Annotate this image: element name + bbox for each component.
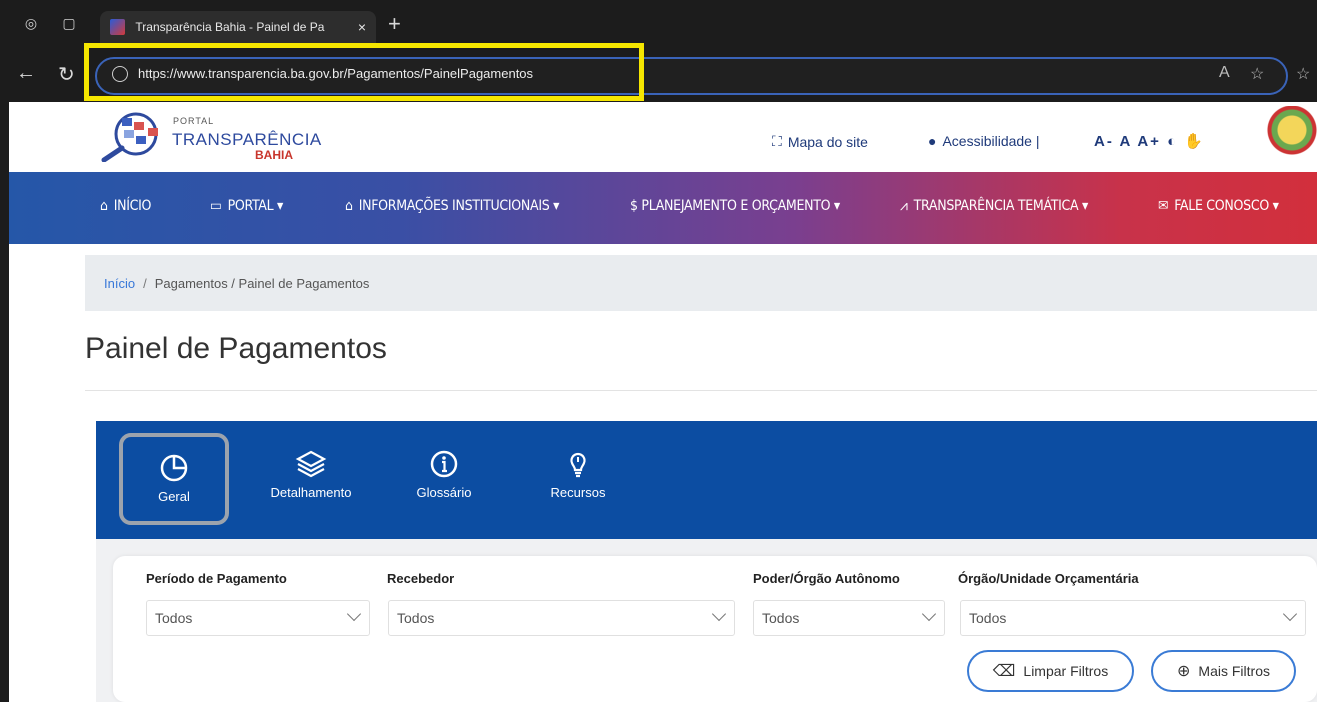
url-highlight-box [84, 43, 644, 101]
contrast-icon[interactable]: ◐ [1167, 133, 1178, 150]
workspaces-icon[interactable]: ◎ [22, 14, 40, 32]
sitemap-icon: ⛶ [772, 133, 782, 149]
pie-chart-icon [160, 454, 188, 482]
close-tab-icon[interactable]: × [358, 19, 366, 35]
accessibility-icon: ● [928, 133, 937, 149]
refresh-icon[interactable]: ↻ [58, 62, 75, 87]
tab-actions-icon[interactable]: ▢ [60, 14, 78, 32]
lightbulb-icon [570, 452, 586, 478]
plus-circle-icon: ⊕ [1177, 663, 1191, 680]
broom-icon: ⌫ [992, 663, 1016, 680]
filter-periodo-select[interactable]: Todos [146, 600, 370, 636]
more-filters-button[interactable]: ⊕ Mais Filtros [1151, 650, 1296, 692]
portal-logo-icon[interactable] [100, 110, 170, 162]
chevron-down-icon [346, 606, 362, 622]
nav-item-inicio[interactable]: ⌂ INÍCIO [100, 198, 151, 214]
nav-item-planejamento[interactable]: $ PLANEJAMENTO E ORÇAMENTO ▾ [630, 198, 840, 214]
tab-glossario[interactable]: Glossário [389, 433, 499, 525]
laptop-icon: ▭ [210, 198, 222, 214]
filter-orgao-select[interactable]: Todos [960, 600, 1306, 636]
filter-recebedor-select[interactable]: Todos [388, 600, 735, 636]
envelope-icon: ✉ [1158, 198, 1169, 214]
filter-orgao-label: Órgão/Unidade Orçamentária [958, 571, 1139, 586]
nav-item-portal[interactable]: ▭ PORTAL ▾ [210, 198, 283, 214]
home-icon: ⌂ [100, 198, 108, 214]
page-title: Painel de Pagamentos [85, 332, 387, 365]
sign-language-icon[interactable]: ✋ [1184, 133, 1205, 150]
chevron-down-icon [921, 606, 937, 622]
divider [85, 390, 1317, 391]
chart-line-icon: ⩘ [900, 198, 908, 214]
favorite-star-icon[interactable]: ☆ [1250, 64, 1264, 84]
breadcrumb-trail: Pagamentos / Painel de Pagamentos [154, 275, 370, 291]
new-tab-icon[interactable]: + [388, 13, 401, 35]
chevron-down-icon [1282, 606, 1298, 622]
tab-title: Transparência Bahia - Painel de Pa [135, 20, 325, 34]
read-aloud-icon[interactable]: A [1219, 64, 1230, 82]
window-edge [0, 102, 9, 702]
filter-recebedor-label: Recebedor [387, 571, 455, 586]
filter-poder-label: Poder/Órgão Autônomo [753, 571, 900, 586]
nav-item-informacoes[interactable]: ⌂ INFORMAÇÕES INSTITUCIONAIS ▾ [345, 198, 559, 214]
filter-poder-select[interactable]: Todos [753, 600, 945, 636]
tab-detalhamento[interactable]: Detalhamento [256, 433, 366, 525]
logo-transparencia-text: TRANSPARÊNCIA [172, 130, 322, 149]
browser-tab[interactable]: Transparência Bahia - Painel de Pa × [100, 11, 376, 43]
breadcrumb: Início / Pagamentos / Painel de Pagament… [85, 255, 1317, 311]
font-size-controls[interactable]: A- A A+ ◐ ✋ [1094, 132, 1205, 150]
back-arrow-icon[interactable]: ← [16, 62, 36, 85]
info-icon [430, 450, 458, 478]
chevron-down-icon [711, 606, 727, 622]
breadcrumb-home-link[interactable]: Início [104, 276, 135, 291]
favorites-list-icon[interactable]: ☆ [1296, 64, 1310, 84]
tab-recursos[interactable]: Recursos [523, 433, 633, 525]
site-favicon-icon [110, 19, 126, 35]
clear-filters-button[interactable]: ⌫ Limpar Filtros [967, 650, 1134, 692]
nav-item-transparencia[interactable]: ⩘ TRANSPARÊNCIA TEMÁTICA ▾ [900, 198, 1088, 214]
filter-periodo-label: Período de Pagamento [146, 571, 287, 586]
accessibility-link[interactable]: ● Acessibilidade | [928, 133, 1040, 149]
logo-portal-text: PORTAL [173, 116, 215, 126]
sitemap-link[interactable]: ⛶ Mapa do site [772, 133, 868, 150]
institution-icon: ⌂ [345, 198, 353, 214]
state-seal-icon [1267, 106, 1317, 166]
tab-geral[interactable]: Geral [119, 433, 229, 525]
nav-item-fale-conosco[interactable]: ✉ FALE CONOSCO ▾ [1158, 198, 1279, 214]
logo-bahia-text: BAHIA [255, 148, 293, 162]
layers-icon [295, 450, 327, 478]
